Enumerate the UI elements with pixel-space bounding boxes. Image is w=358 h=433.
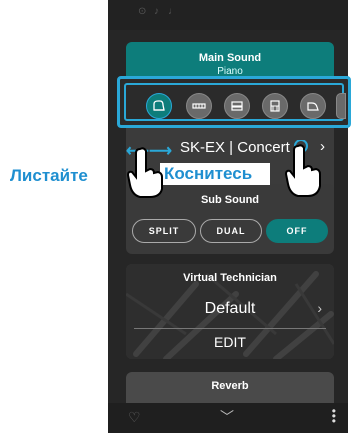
off-button[interactable]: OFF xyxy=(266,219,328,243)
chevron-down-icon[interactable]: ﹀ xyxy=(220,407,234,427)
split-button[interactable]: SPLIT xyxy=(132,219,196,243)
tap-label-box: Коснитесь xyxy=(160,163,270,185)
virtual-technician-title: Virtual Technician xyxy=(183,272,277,284)
next-piano-icon[interactable] xyxy=(336,93,346,119)
tap-hand-icon xyxy=(284,140,321,197)
keyboard-icon[interactable] xyxy=(186,93,212,119)
bottom-bar: ♡ ﹀ • • • xyxy=(108,403,348,433)
virtual-technician-card[interactable]: Virtual Technician Default › EDIT xyxy=(126,264,334,359)
virtual-technician-value[interactable]: Default xyxy=(126,300,334,318)
swipe-label: Листайте xyxy=(10,166,88,185)
top-bar: ⊙ ♪ ♩ xyxy=(108,0,348,30)
swipe-hand-icon xyxy=(126,147,163,198)
model-name[interactable]: SK-EX | Concert xyxy=(180,139,290,156)
dual-button[interactable]: DUAL xyxy=(200,219,262,243)
upright-piano-icon[interactable] xyxy=(224,93,250,119)
more-icon[interactable]: • • • xyxy=(332,405,336,427)
chevron-right-icon[interactable]: › xyxy=(317,300,322,316)
grand-piano-small-icon[interactable] xyxy=(300,93,326,119)
main-sound-title: Main Sound xyxy=(198,52,262,64)
edit-button[interactable]: EDIT xyxy=(126,334,334,350)
metronome-icon[interactable]: ♩ xyxy=(168,6,178,17)
console-piano-icon[interactable] xyxy=(262,93,288,119)
settings-icon[interactable]: ⊙ xyxy=(138,6,146,17)
grand-piano-icon[interactable] xyxy=(146,93,172,119)
music-icon[interactable]: ♪ xyxy=(154,6,159,17)
tap-label: Коснитесь xyxy=(164,164,253,183)
divider xyxy=(134,328,326,329)
phone-screen: ⊙ ♪ ♩ Main Sound Piano Sub Sound SPLIT D… xyxy=(108,0,348,433)
reverb-title: Reverb xyxy=(211,380,249,392)
heart-icon[interactable]: ♡ xyxy=(128,409,141,426)
